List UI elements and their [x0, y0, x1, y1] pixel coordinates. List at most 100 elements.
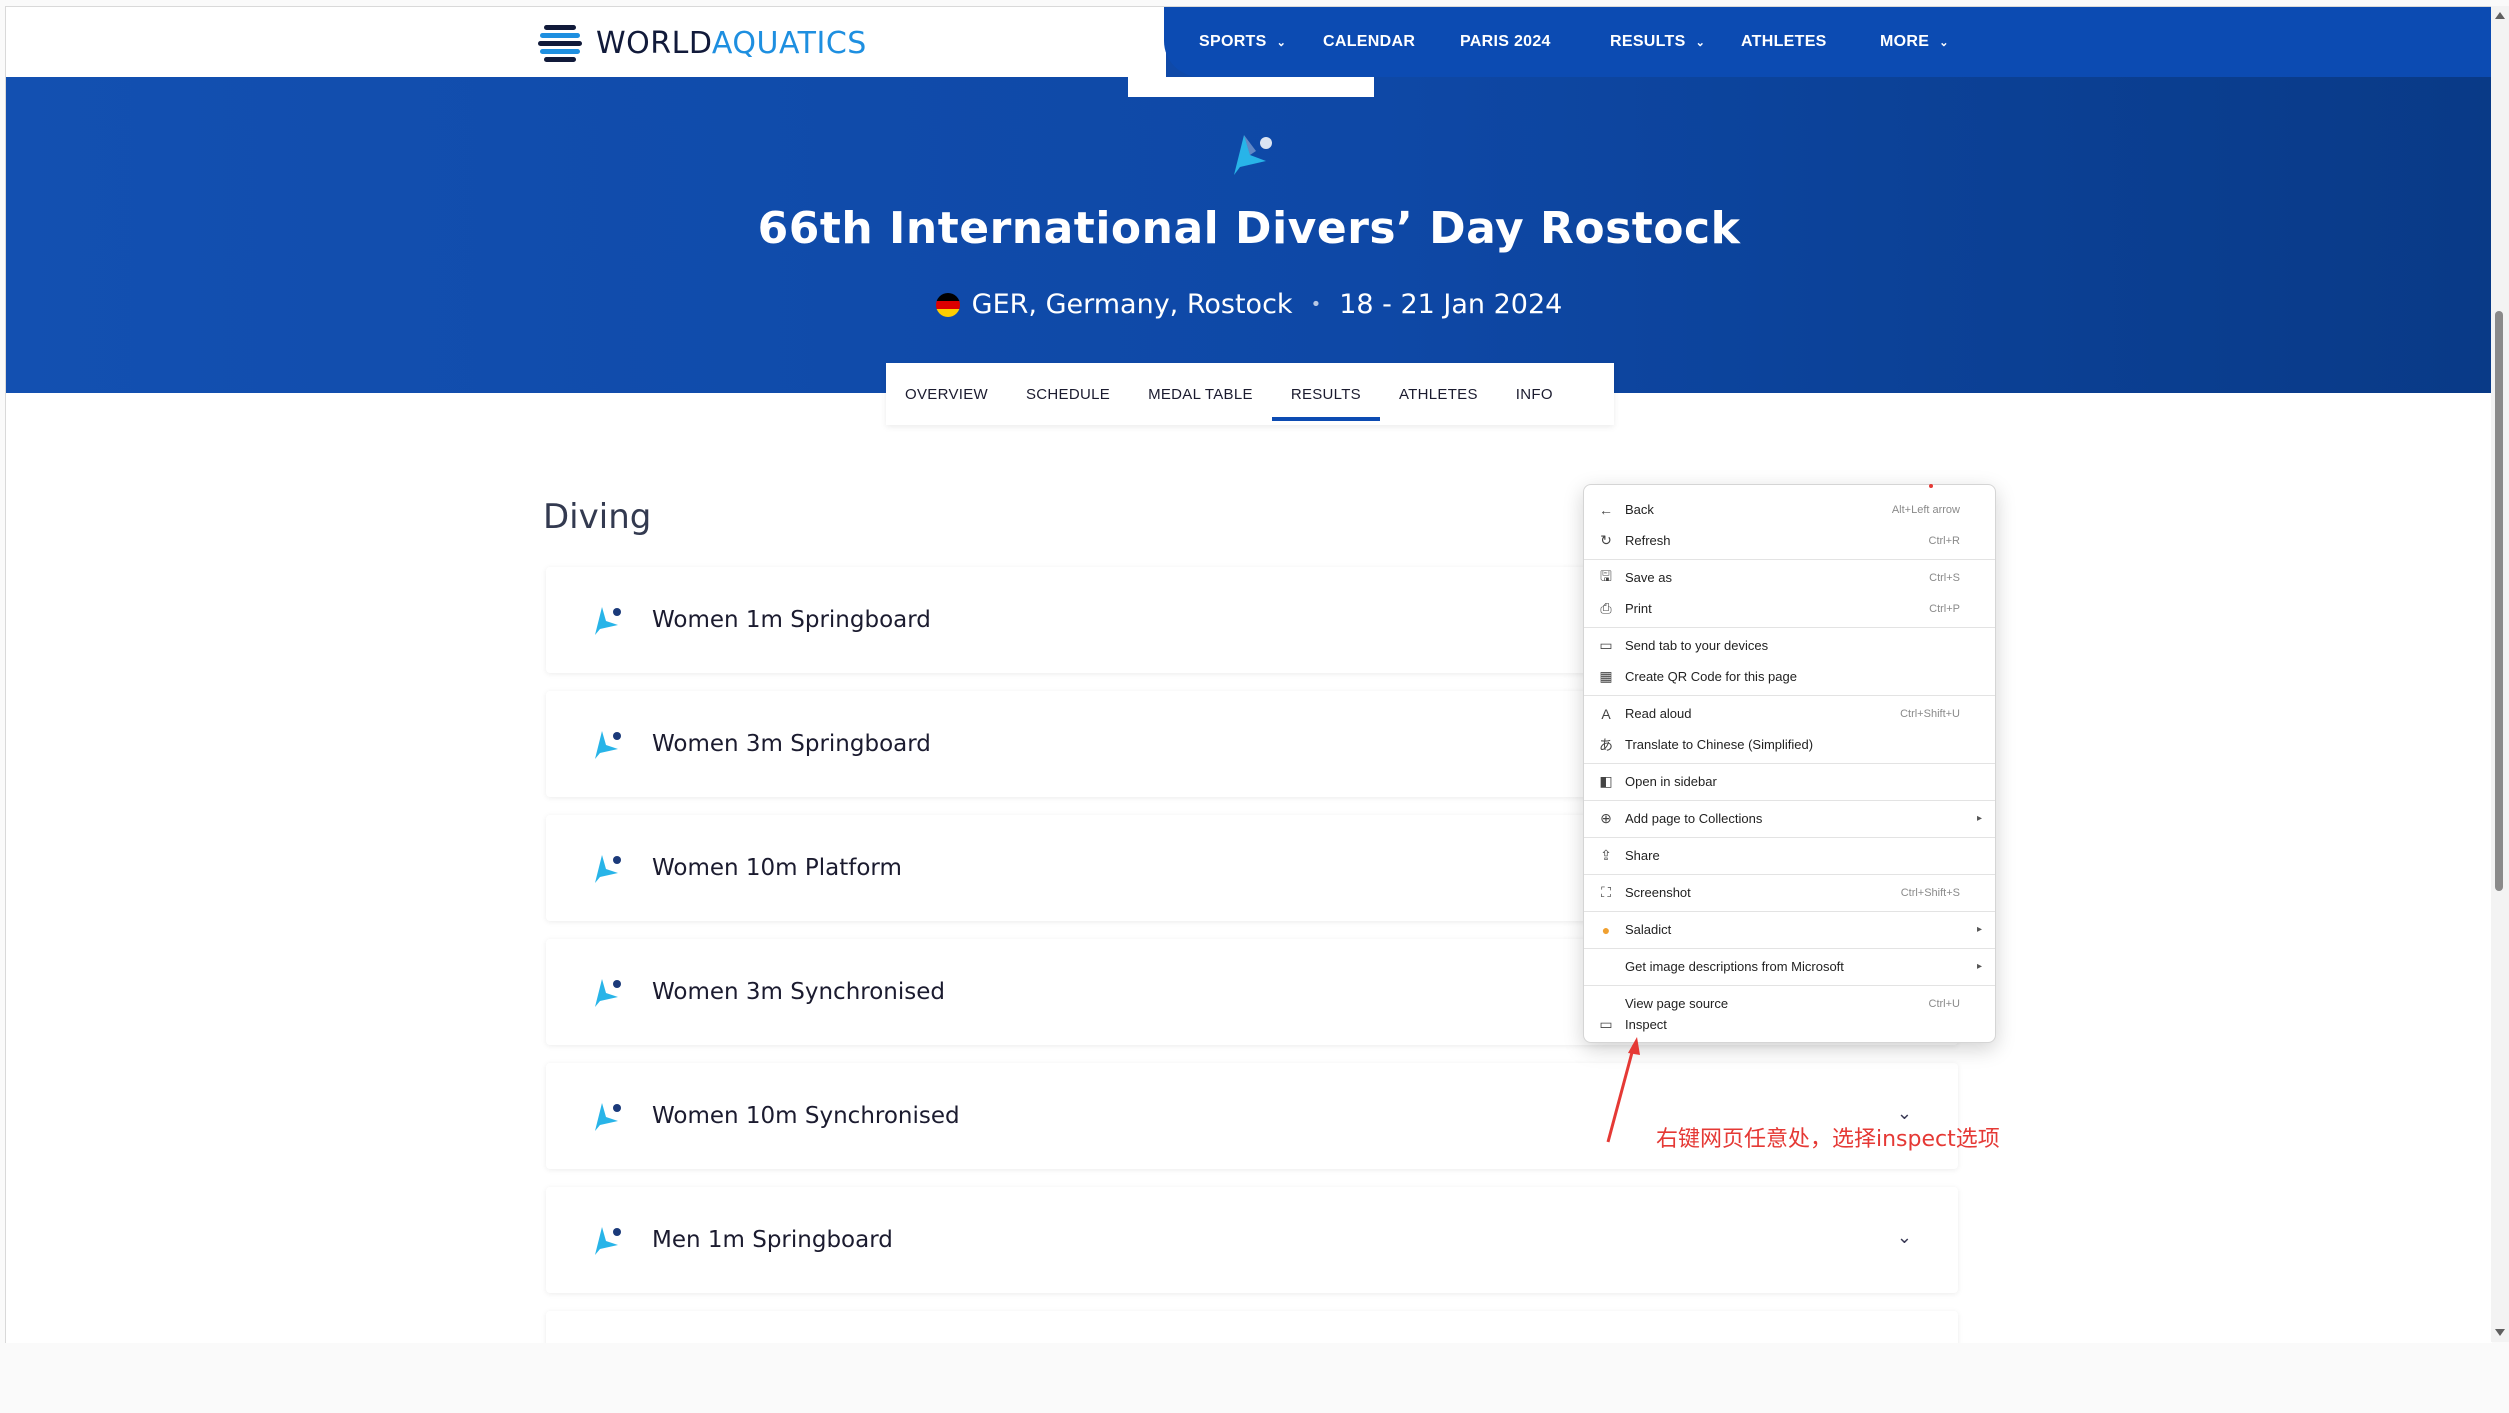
sidebar-icon: ◧ — [1599, 773, 1613, 789]
menu-item-label: Open in sidebar — [1625, 774, 1717, 789]
tab-athletes[interactable]: ATHLETES — [1380, 363, 1497, 425]
menu-item-send-tab[interactable]: ▭ Send tab to your devices — [1584, 630, 1995, 661]
vertical-scrollbar[interactable] — [2491, 6, 2509, 1342]
event-row-partial[interactable] — [546, 1311, 1958, 1343]
refresh-icon: ↻ — [1600, 532, 1612, 548]
menu-item-shortcut: Alt+Left arrow — [1891, 503, 1960, 516]
cursor-marker — [1929, 484, 1933, 488]
menu-item-inspect[interactable]: ▭ Inspect — [1584, 1009, 1995, 1040]
menu-separator — [1584, 948, 1995, 949]
nav-results-label: RESULTS — [1610, 33, 1686, 50]
menu-item-label: Saladict — [1625, 922, 1672, 937]
tab-medal-table[interactable]: MEDAL TABLE — [1129, 363, 1272, 425]
menu-item-print[interactable]: ⎙ Print Ctrl+P — [1584, 593, 1995, 624]
nav-sports[interactable]: SPORTS ⌄ — [1199, 7, 1286, 77]
event-row-label: Men 1m Springboard — [652, 1227, 893, 1253]
menu-separator — [1584, 559, 1995, 560]
menu-item-shortcut: Ctrl+P — [1929, 602, 1960, 615]
diving-icon — [595, 607, 621, 635]
menu-item-add-to-collections[interactable]: ⊕ Add page to Collections ▸ — [1584, 803, 1995, 834]
menu-item-shortcut: Ctrl+U — [1928, 997, 1960, 1010]
menu-item-shortcut: Ctrl+Shift+S — [1900, 886, 1960, 899]
scroll-up-icon[interactable] — [2495, 12, 2505, 19]
diving-icon — [595, 979, 621, 1007]
event-row-women-10m-synchronised[interactable]: Women 10m Synchronised ⌄ — [546, 1063, 1958, 1169]
event-row-men-1m-springboard[interactable]: Men 1m Springboard ⌄ — [546, 1187, 1958, 1293]
scrollbar-thumb[interactable] — [2495, 311, 2503, 891]
menu-item-share[interactable]: ⇪ Share — [1584, 840, 1995, 871]
menu-item-shortcut: Ctrl+S — [1929, 571, 1960, 584]
submenu-arrow-icon: ▸ — [1976, 813, 1982, 824]
menu-item-translate[interactable]: あ Translate to Chinese (Simplified) — [1584, 729, 1995, 760]
diving-icon — [595, 1103, 621, 1131]
nav-tab-indicator — [1128, 77, 1374, 97]
annotation-text: 右键网页任意处，选择inspect选项 — [1656, 1127, 2000, 1152]
menu-item-label: Save as — [1625, 570, 1672, 585]
menu-item-screenshot[interactable]: ⛶ Screenshot Ctrl+Shift+S — [1584, 877, 1995, 908]
menu-item-open-in-sidebar[interactable]: ◧ Open in sidebar — [1584, 766, 1995, 797]
menu-item-label: Print — [1625, 601, 1652, 616]
menu-separator — [1584, 627, 1995, 628]
browser-context-menu: ← Back Alt+Left arrow ↻ Refresh Ctrl+R 🖫 Save… — [1583, 484, 1996, 1043]
collections-icon: ⊕ — [1600, 810, 1612, 826]
menu-item-label: Refresh — [1625, 533, 1671, 548]
menu-separator — [1584, 911, 1995, 912]
menu-item-label: Screenshot — [1625, 885, 1691, 900]
browser-page: WORLDAQUATICS SPORTS ⌄ CALENDAR PARIS 202… — [5, 6, 2492, 1343]
scroll-down-icon[interactable] — [2495, 1329, 2505, 1336]
world-aquatics-logo[interactable]: WORLDAQUATICS — [538, 21, 867, 65]
menu-item-back[interactable]: ← Back Alt+Left arrow — [1584, 494, 1995, 525]
tab-results[interactable]: RESULTS — [1271, 363, 1381, 425]
event-row-label: Women 3m Springboard — [652, 731, 931, 757]
read-aloud-icon: A — [1601, 705, 1611, 722]
tab-schedule[interactable]: SCHEDULE — [1007, 363, 1129, 425]
diving-icon — [595, 731, 621, 759]
menu-item-label: Send tab to your devices — [1625, 638, 1769, 653]
event-meta: GER, Germany, Rostock • 18 - 21 Jan 2024 — [6, 289, 2492, 320]
qr-code-icon: ▦ — [1599, 668, 1613, 684]
menu-item-save-as[interactable]: 🖫 Save as Ctrl+S — [1584, 562, 1995, 593]
chevron-down-icon: ⌄ — [1276, 36, 1287, 49]
event-location: GER, Germany, Rostock — [971, 289, 1293, 320]
menu-item-refresh[interactable]: ↻ Refresh Ctrl+R — [1584, 525, 1995, 556]
print-icon: ⎙ — [1600, 600, 1612, 616]
menu-separator — [1584, 763, 1995, 764]
event-dates: 18 - 21 Jan 2024 — [1339, 289, 1563, 320]
event-row-label: Women 10m Platform — [652, 855, 902, 881]
nav-athletes[interactable]: ATHLETES — [1741, 7, 1827, 77]
event-row-label: Women 3m Synchronised — [652, 979, 945, 1005]
logo-wordmark: WORLDAQUATICS — [596, 26, 867, 61]
meta-separator: • — [1310, 294, 1322, 315]
menu-item-shortcut: Ctrl+R — [1928, 534, 1960, 547]
nav-sports-label: SPORTS — [1199, 33, 1267, 50]
chevron-down-icon[interactable]: ⌄ — [1897, 1227, 1912, 1248]
nav-more[interactable]: MORE ⌄ — [1880, 7, 1949, 77]
menu-item-read-aloud[interactable]: A Read aloud Ctrl+Shift+U — [1584, 698, 1995, 729]
nav-results[interactable]: RESULTS ⌄ — [1610, 7, 1705, 77]
menu-separator — [1584, 985, 1995, 986]
menu-item-label: Create QR Code for this page — [1625, 669, 1797, 684]
inspect-icon: ▭ — [1599, 1016, 1613, 1032]
menu-item-shortcut: Ctrl+Shift+U — [1900, 707, 1960, 720]
menu-item-saladict[interactable]: ● Saladict ▸ — [1584, 914, 1995, 945]
menu-item-qr-code[interactable]: ▦ Create QR Code for this page — [1584, 661, 1995, 692]
nav-calendar[interactable]: CALENDAR — [1323, 7, 1415, 77]
menu-item-label: Translate to Chinese (Simplified) — [1625, 737, 1814, 752]
tab-info[interactable]: INFO — [1497, 363, 1572, 425]
translate-icon: あ — [1599, 736, 1613, 753]
nav-paris-label: PARIS 2024 — [1460, 33, 1551, 50]
nav-calendar-label: CALENDAR — [1323, 33, 1416, 50]
menu-item-label: Get image descriptions from Microsoft — [1625, 959, 1844, 974]
menu-separator — [1584, 837, 1995, 838]
menu-item-image-descriptions[interactable]: Get image descriptions from Microsoft ▸ — [1584, 951, 1995, 982]
event-row-label: Women 1m Springboard — [652, 607, 931, 633]
submenu-arrow-icon: ▸ — [1976, 924, 1982, 935]
nav-paris-2024[interactable]: PARIS 2024 — [1460, 7, 1551, 77]
diving-icon — [595, 855, 621, 883]
tab-overview[interactable]: OVERVIEW — [886, 363, 1007, 425]
diving-icon — [595, 1227, 621, 1255]
submenu-arrow-icon: ▸ — [1976, 961, 1982, 972]
logo-text-world: WORLD — [596, 25, 712, 61]
section-title: Diving — [543, 497, 652, 537]
send-tab-icon: ▭ — [1599, 637, 1613, 653]
